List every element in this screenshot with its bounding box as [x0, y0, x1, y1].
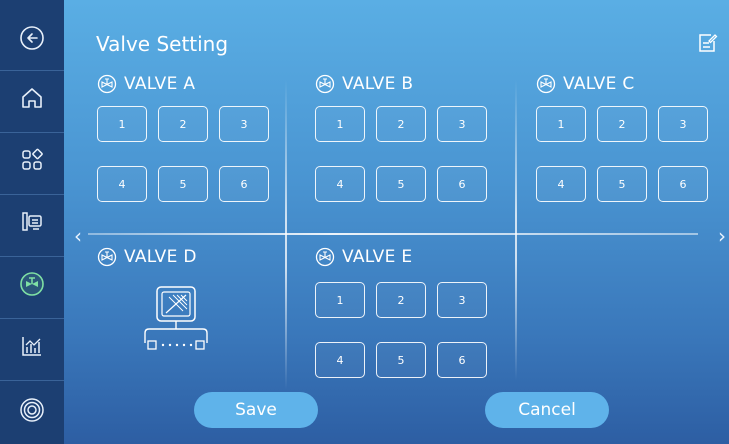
device-monitor-icon [22, 212, 42, 231]
next-page-arrow-icon[interactable]: › [718, 226, 726, 246]
valve-group: VALVE B 1 2 3 4 5 6 [315, 72, 487, 202]
valve-group: VALVE D [97, 245, 277, 350]
valve-b-button-6[interactable]: 6 [437, 166, 487, 202]
valve-icon [97, 74, 117, 94]
valve-icon [315, 247, 335, 267]
column-divider [515, 80, 517, 380]
valve-name: VALVE B [342, 74, 414, 94]
valve-device-icon [144, 286, 208, 350]
valve-a-button-4[interactable]: 4 [97, 166, 147, 202]
valve-group: VALVE A 1 2 3 4 5 6 [97, 72, 269, 202]
valve-c-button-1[interactable]: 1 [536, 106, 586, 142]
valve-c-button-2[interactable]: 2 [597, 106, 647, 142]
sidebar-item-chart[interactable] [0, 320, 64, 372]
apps-grid-icon [22, 148, 43, 170]
valve-a-button-5[interactable]: 5 [158, 166, 208, 202]
chart-icon [22, 337, 41, 356]
main-panel: Valve Setting ‹ › VALVE A 1 2 3 4 5 6 VA… [64, 0, 729, 444]
back-arrow-icon [20, 26, 44, 50]
valve-a-button-3[interactable]: 3 [219, 106, 269, 142]
valve-a-button-6[interactable]: 6 [219, 166, 269, 202]
valve-icon [97, 247, 117, 267]
row-divider [88, 233, 698, 235]
valve-name: VALVE D [124, 247, 197, 267]
sidebar [0, 0, 64, 444]
valve-group: VALVE C 1 2 3 4 5 6 [536, 72, 708, 202]
valve-icon [536, 74, 556, 94]
sidebar-item-home[interactable] [0, 72, 64, 124]
valve-b-button-5[interactable]: 5 [376, 166, 426, 202]
column-divider [285, 80, 287, 390]
valve-name: VALVE C [563, 74, 635, 94]
save-button[interactable]: Save [194, 392, 318, 428]
prev-page-arrow-icon[interactable]: ‹ [74, 226, 82, 246]
valve-name: VALVE E [342, 247, 413, 267]
valve-e-button-6[interactable]: 6 [437, 342, 487, 378]
cancel-button[interactable]: Cancel [485, 392, 609, 428]
valve-a-button-2[interactable]: 2 [158, 106, 208, 142]
sidebar-item-settings[interactable] [0, 384, 64, 436]
page-title: Valve Setting [96, 32, 229, 56]
back-button[interactable] [0, 12, 64, 64]
valve-icon [315, 74, 335, 94]
valve-b-button-3[interactable]: 3 [437, 106, 487, 142]
home-icon [22, 88, 42, 108]
valve-e-button-1[interactable]: 1 [315, 282, 365, 318]
edit-icon[interactable] [696, 32, 718, 54]
valve-e-button-2[interactable]: 2 [376, 282, 426, 318]
valve-a-button-1[interactable]: 1 [97, 106, 147, 142]
valve-group: VALVE E 1 2 3 4 5 6 [315, 245, 487, 378]
valve-b-button-4[interactable]: 4 [315, 166, 365, 202]
valve-e-button-5[interactable]: 5 [376, 342, 426, 378]
valve-setting-screen: Valve Setting ‹ › VALVE A 1 2 3 4 5 6 VA… [0, 0, 729, 444]
valve-c-button-3[interactable]: 3 [658, 106, 708, 142]
valve-c-button-4[interactable]: 4 [536, 166, 586, 202]
valve-b-button-1[interactable]: 1 [315, 106, 365, 142]
valve-b-button-2[interactable]: 2 [376, 106, 426, 142]
settings-ring-icon [20, 398, 44, 422]
sidebar-item-apps[interactable] [0, 134, 64, 186]
valve-e-button-3[interactable]: 3 [437, 282, 487, 318]
valve-icon [20, 272, 44, 296]
valve-name: VALVE A [124, 74, 196, 94]
valve-c-button-6[interactable]: 6 [658, 166, 708, 202]
sidebar-item-valve[interactable] [0, 258, 64, 310]
valve-c-button-5[interactable]: 5 [597, 166, 647, 202]
valve-e-button-4[interactable]: 4 [315, 342, 365, 378]
sidebar-item-device[interactable] [0, 196, 64, 248]
